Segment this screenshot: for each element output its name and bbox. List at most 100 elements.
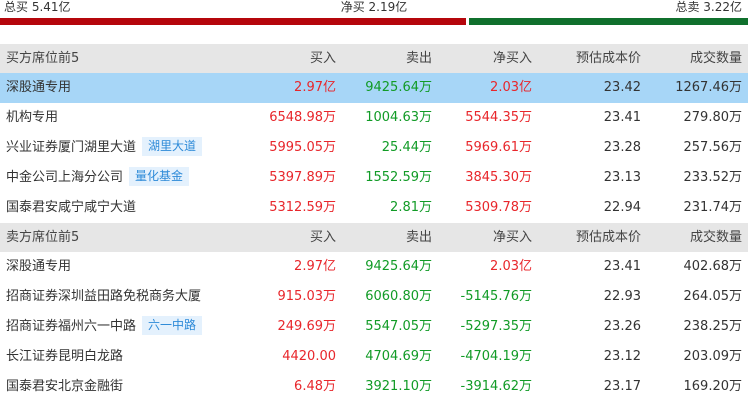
seat-name[interactable]: 长江证券昆明白龙路 <box>6 349 123 364</box>
sell-amount: 2.81万 <box>390 200 432 215</box>
sell-amount: 9425.64万 <box>365 259 432 274</box>
buy-amount: 2.97亿 <box>294 80 336 95</box>
seat-name[interactable]: 国泰君安咸宁咸宁大道 <box>6 200 136 215</box>
table-row[interactable]: 中金公司上海分公司 量化基金 5397.89万 1552.59万 3845.30万 23.… <box>0 163 748 193</box>
buy-amount: 915.03万 <box>277 289 337 304</box>
buy-amount: 5397.89万 <box>269 170 336 185</box>
seat-name[interactable]: 国泰君安北京金融街 <box>6 379 123 394</box>
table-row[interactable]: 长江证券昆明白龙路 4420.00 4704.69万 -4704.19万 23.12 20… <box>0 342 748 372</box>
sell-amount: 6060.80万 <box>365 289 432 304</box>
trade-volume: 169.20万 <box>683 379 743 394</box>
seat-name-cell: 国泰君安北京金融街 <box>6 372 123 402</box>
trade-volume: 1267.46万 <box>675 80 742 95</box>
seat-name-cell: 招商证券深圳益田路免税商务大厦 <box>6 282 201 312</box>
col-volume: 成交数量 <box>689 230 742 245</box>
seat-tag[interactable]: 量化基金 <box>129 167 190 186</box>
trade-volume: 231.74万 <box>683 200 743 215</box>
net-amount: 5544.35万 <box>465 110 532 125</box>
table-row[interactable]: 招商证券深圳益田路免税商务大厦 915.03万 6060.80万 -5145.76万 2… <box>0 282 748 312</box>
seat-name-cell: 招商证券福州六一中路 六一中路 <box>6 312 203 342</box>
est-cost: 22.94 <box>603 200 641 215</box>
sell-rows: 深股通专用 2.97亿 9425.64万 2.03亿 23.41 402.68万 招商证券深… <box>0 252 748 402</box>
seat-name-cell: 深股通专用 <box>6 73 71 103</box>
col-cost: 预估成本价 <box>575 51 641 66</box>
seat-name-cell: 机构专用 <box>6 103 58 133</box>
net-amount: 2.03亿 <box>490 259 532 274</box>
trade-volume: 264.05万 <box>683 289 743 304</box>
table-row[interactable]: 国泰君安北京金融街 6.48万 3921.10万 -3914.62万 23.17 169.… <box>0 372 748 402</box>
est-cost: 23.26 <box>603 319 641 334</box>
trade-volume: 233.52万 <box>683 170 743 185</box>
trade-volume: 279.80万 <box>683 110 743 125</box>
table-row[interactable]: 深股通专用 2.97亿 9425.64万 2.03亿 23.42 1267.46万 <box>0 73 748 103</box>
seat-name[interactable]: 深股通专用 <box>6 80 71 95</box>
net-amount: 5969.61万 <box>465 140 532 155</box>
sell-section-title: 卖方席位前5 <box>6 230 80 245</box>
seat-name-cell: 深股通专用 <box>6 252 71 282</box>
net-amount: -5297.35万 <box>460 319 532 334</box>
total-sell-label: 总卖 3.22亿 <box>675 0 742 14</box>
est-cost: 23.28 <box>603 140 641 155</box>
trade-volume: 203.09万 <box>683 349 743 364</box>
buy-section-header: 买方席位前5 买入 卖出 净买入 预估成本价 成交数量 <box>0 44 748 73</box>
sell-amount: 3921.10万 <box>365 379 432 394</box>
seat-name-cell: 长江证券昆明白龙路 <box>6 342 123 372</box>
table-row[interactable]: 国泰君安咸宁咸宁大道 5312.59万 2.81万 5309.78万 22.94 231.… <box>0 193 748 223</box>
trade-volume: 402.68万 <box>683 259 743 274</box>
table-row[interactable]: 兴业证券厦门湖里大道 湖里大道 5995.05万 25.44万 5969.61万 23.2… <box>0 133 748 163</box>
trade-volume: 257.56万 <box>683 140 743 155</box>
seat-name[interactable]: 兴业证券厦门湖里大道 <box>6 140 136 155</box>
sell-amount: 25.44万 <box>381 140 432 155</box>
buy-amount: 6548.98万 <box>269 110 336 125</box>
table-row[interactable]: 深股通专用 2.97亿 9425.64万 2.03亿 23.41 402.68万 <box>0 252 748 282</box>
seat-name[interactable]: 深股通专用 <box>6 259 71 274</box>
buy-amount: 4420.00 <box>282 349 336 364</box>
buy-ratio-bar <box>0 18 466 25</box>
col-net: 净买入 <box>492 230 532 245</box>
seat-tag[interactable]: 湖里大道 <box>142 137 203 156</box>
net-amount: 3845.30万 <box>465 170 532 185</box>
col-sell: 卖出 <box>405 51 432 66</box>
net-amount: -4704.19万 <box>460 349 532 364</box>
col-volume: 成交数量 <box>689 51 742 66</box>
seat-table: 买方席位前5 买入 卖出 净买入 预估成本价 成交数量 深股通专用 2.97亿 94… <box>0 44 748 402</box>
table-row[interactable]: 招商证券福州六一中路 六一中路 249.69万 5547.05万 -5297.35万 23… <box>0 312 748 342</box>
sell-ratio-bar <box>469 18 748 25</box>
seat-name[interactable]: 招商证券福州六一中路 <box>6 319 136 334</box>
net-amount: 5309.78万 <box>465 200 532 215</box>
sell-amount: 1552.59万 <box>365 170 432 185</box>
est-cost: 23.41 <box>603 110 641 125</box>
seat-name-cell: 国泰君安咸宁咸宁大道 <box>6 193 136 223</box>
net-amount: -3914.62万 <box>460 379 532 394</box>
sell-amount: 1004.63万 <box>365 110 432 125</box>
col-net: 净买入 <box>492 51 532 66</box>
est-cost: 23.17 <box>603 379 641 394</box>
net-amount: 2.03亿 <box>490 80 532 95</box>
buy-amount: 2.97亿 <box>294 259 336 274</box>
buy-rows: 深股通专用 2.97亿 9425.64万 2.03亿 23.42 1267.46万机构专用… <box>0 73 748 223</box>
sell-amount: 4704.69万 <box>365 349 432 364</box>
est-cost: 23.42 <box>603 80 641 95</box>
seat-name[interactable]: 中金公司上海分公司 <box>6 170 123 185</box>
est-cost: 23.12 <box>603 349 641 364</box>
seat-name-cell: 中金公司上海分公司 量化基金 <box>6 163 190 193</box>
trade-volume: 238.25万 <box>683 319 743 334</box>
sell-section-header: 卖方席位前5 买入 卖出 净买入 预估成本价 成交数量 <box>0 223 748 252</box>
est-cost: 23.13 <box>603 170 641 185</box>
col-buy: 买入 <box>309 230 336 245</box>
buy-amount: 5312.59万 <box>269 200 336 215</box>
buy-amount: 6.48万 <box>294 379 336 394</box>
seat-tag[interactable]: 六一中路 <box>142 316 203 335</box>
buy-section-title: 买方席位前5 <box>6 51 80 66</box>
net-buy-label: 净买 2.19亿 <box>340 0 408 14</box>
seat-name-cell: 兴业证券厦门湖里大道 湖里大道 <box>6 133 203 163</box>
sell-amount: 9425.64万 <box>365 80 432 95</box>
seat-name[interactable]: 机构专用 <box>6 110 58 125</box>
table-row[interactable]: 机构专用 6548.98万 1004.63万 5544.35万 23.41 279.80万 <box>0 103 748 133</box>
seat-name[interactable]: 招商证券深圳益田路免税商务大厦 <box>6 289 201 304</box>
sell-amount: 5547.05万 <box>365 319 432 334</box>
buy-amount: 249.69万 <box>277 319 337 334</box>
buy-amount: 5995.05万 <box>269 140 336 155</box>
col-cost: 预估成本价 <box>575 230 641 245</box>
col-buy: 买入 <box>309 51 336 66</box>
